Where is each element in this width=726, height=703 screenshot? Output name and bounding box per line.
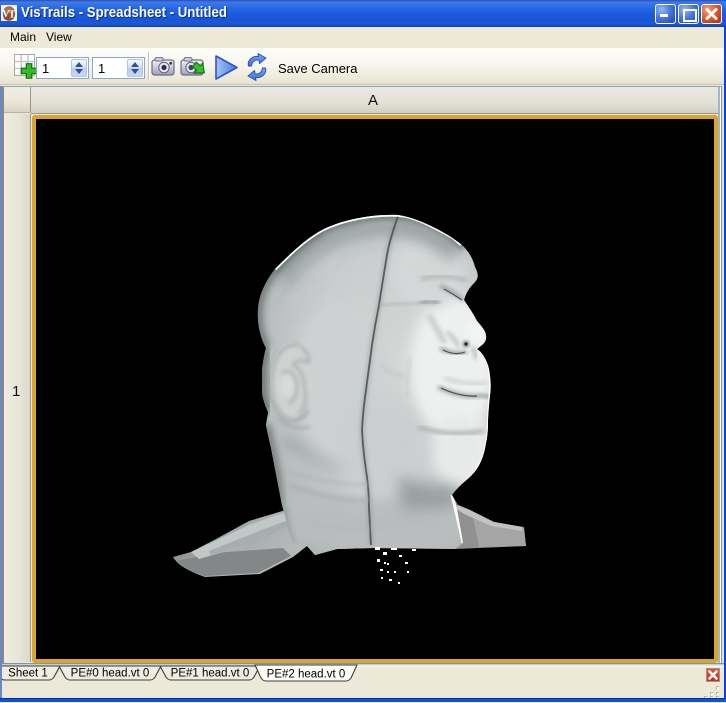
svg-text:PE#1 head.vt 0: PE#1 head.vt 0 [171,668,250,680]
svg-text:PE#2 head.vt 0: PE#2 head.vt 0 [267,669,346,681]
svg-text:PE#0 head.vt 0: PE#0 head.vt 0 [71,668,150,680]
svg-text:T: T [9,10,16,21]
svg-text:Sheet 1: Sheet 1 [8,668,48,680]
